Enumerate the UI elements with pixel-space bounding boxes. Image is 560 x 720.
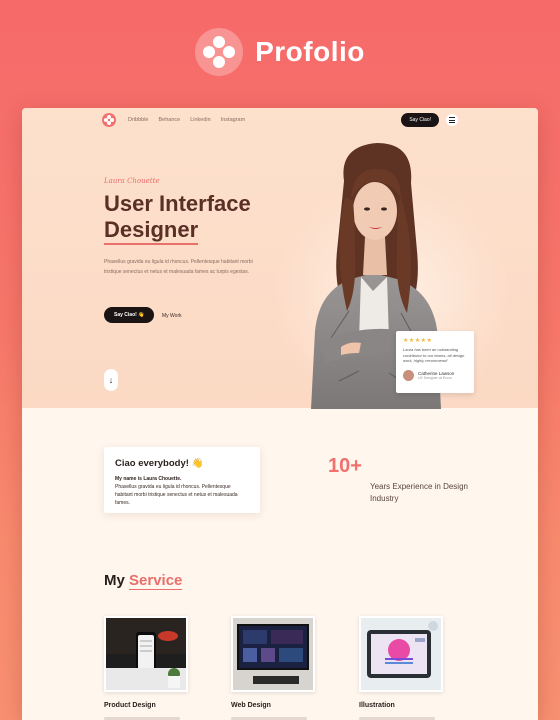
say-ciao-hero-button[interactable]: Say Ciao! 👋 [104,307,155,323]
experience-label: Years Experience in Design Industry [370,482,468,503]
hero-section: Dribbble Behance Linkedin Instagram Say … [22,108,538,418]
service-label: Web Design [231,702,271,709]
service-heading: My Service [104,572,183,590]
top-nav: Dribbble Behance Linkedin Instagram Say … [102,112,458,128]
reviewer: Catherine Lawson UX Designer at Ecom [403,369,467,381]
hero-title: User Interface Designer [104,191,304,245]
service-card-product-design[interactable]: Product Design [104,616,188,720]
rating-stars: ★★★★★ [403,338,433,344]
review-quote: Laura has been an outstanding contributo… [403,347,465,363]
hero-description: Phasellus gravida eu ligula id rhoncus. … [104,259,253,275]
nav-link-behance[interactable]: Behance [158,117,180,123]
nav-actions: Say Ciao! [401,113,458,127]
nav-link-instagram[interactable]: Instagram [221,117,245,123]
about-name: My name is Laura Chouette. [115,476,182,482]
hamburger-menu-icon[interactable] [446,114,458,126]
about-title: Ciao everybody! 👋 [115,458,204,469]
service-label: Illustration [359,702,395,709]
hero-title-line1: User Interface [104,191,251,216]
about-card: Ciao everybody! 👋 My name is Laura Choue… [104,447,260,513]
reviewer-name: Catherine Lawson [418,370,455,376]
brand-name: Profolio [255,36,365,67]
website-mockup: Dribbble Behance Linkedin Instagram Say … [22,108,538,720]
hero-title-line2: Designer [104,217,199,245]
product-design-image [104,616,188,692]
my-work-link[interactable]: My Work [162,313,182,319]
hero-kicker: Laura Chouette [104,177,160,185]
experience-number: 10+ [328,455,362,477]
web-design-image [231,616,315,692]
logo-icon[interactable] [102,113,116,127]
service-heading-prefix: My [104,572,130,589]
say-ciao-nav-button[interactable]: Say Ciao! [401,113,439,127]
dots-flower-icon [195,28,244,76]
nav-link-dribbble[interactable]: Dribbble [128,117,148,123]
illustration-image [359,616,443,692]
review-card: ★★★★★ Laura has been an outstanding cont… [396,331,474,393]
about-text: Phasellus gravida eu ligula id rhoncus. … [115,484,238,506]
service-heading-accent: Service [129,572,183,590]
avatar [403,369,414,381]
service-card-web-design[interactable]: Web Design [231,616,315,720]
nav-link-linkedin[interactable]: Linkedin [190,117,211,123]
service-label: Product Design [104,702,156,709]
scroll-down-arrow-icon[interactable]: ↓ [104,369,118,391]
reviewer-role: UX Designer at Ecom [418,375,452,380]
service-card-illustration[interactable]: Illustration [359,616,443,720]
brand-header: Profolio [0,28,560,76]
